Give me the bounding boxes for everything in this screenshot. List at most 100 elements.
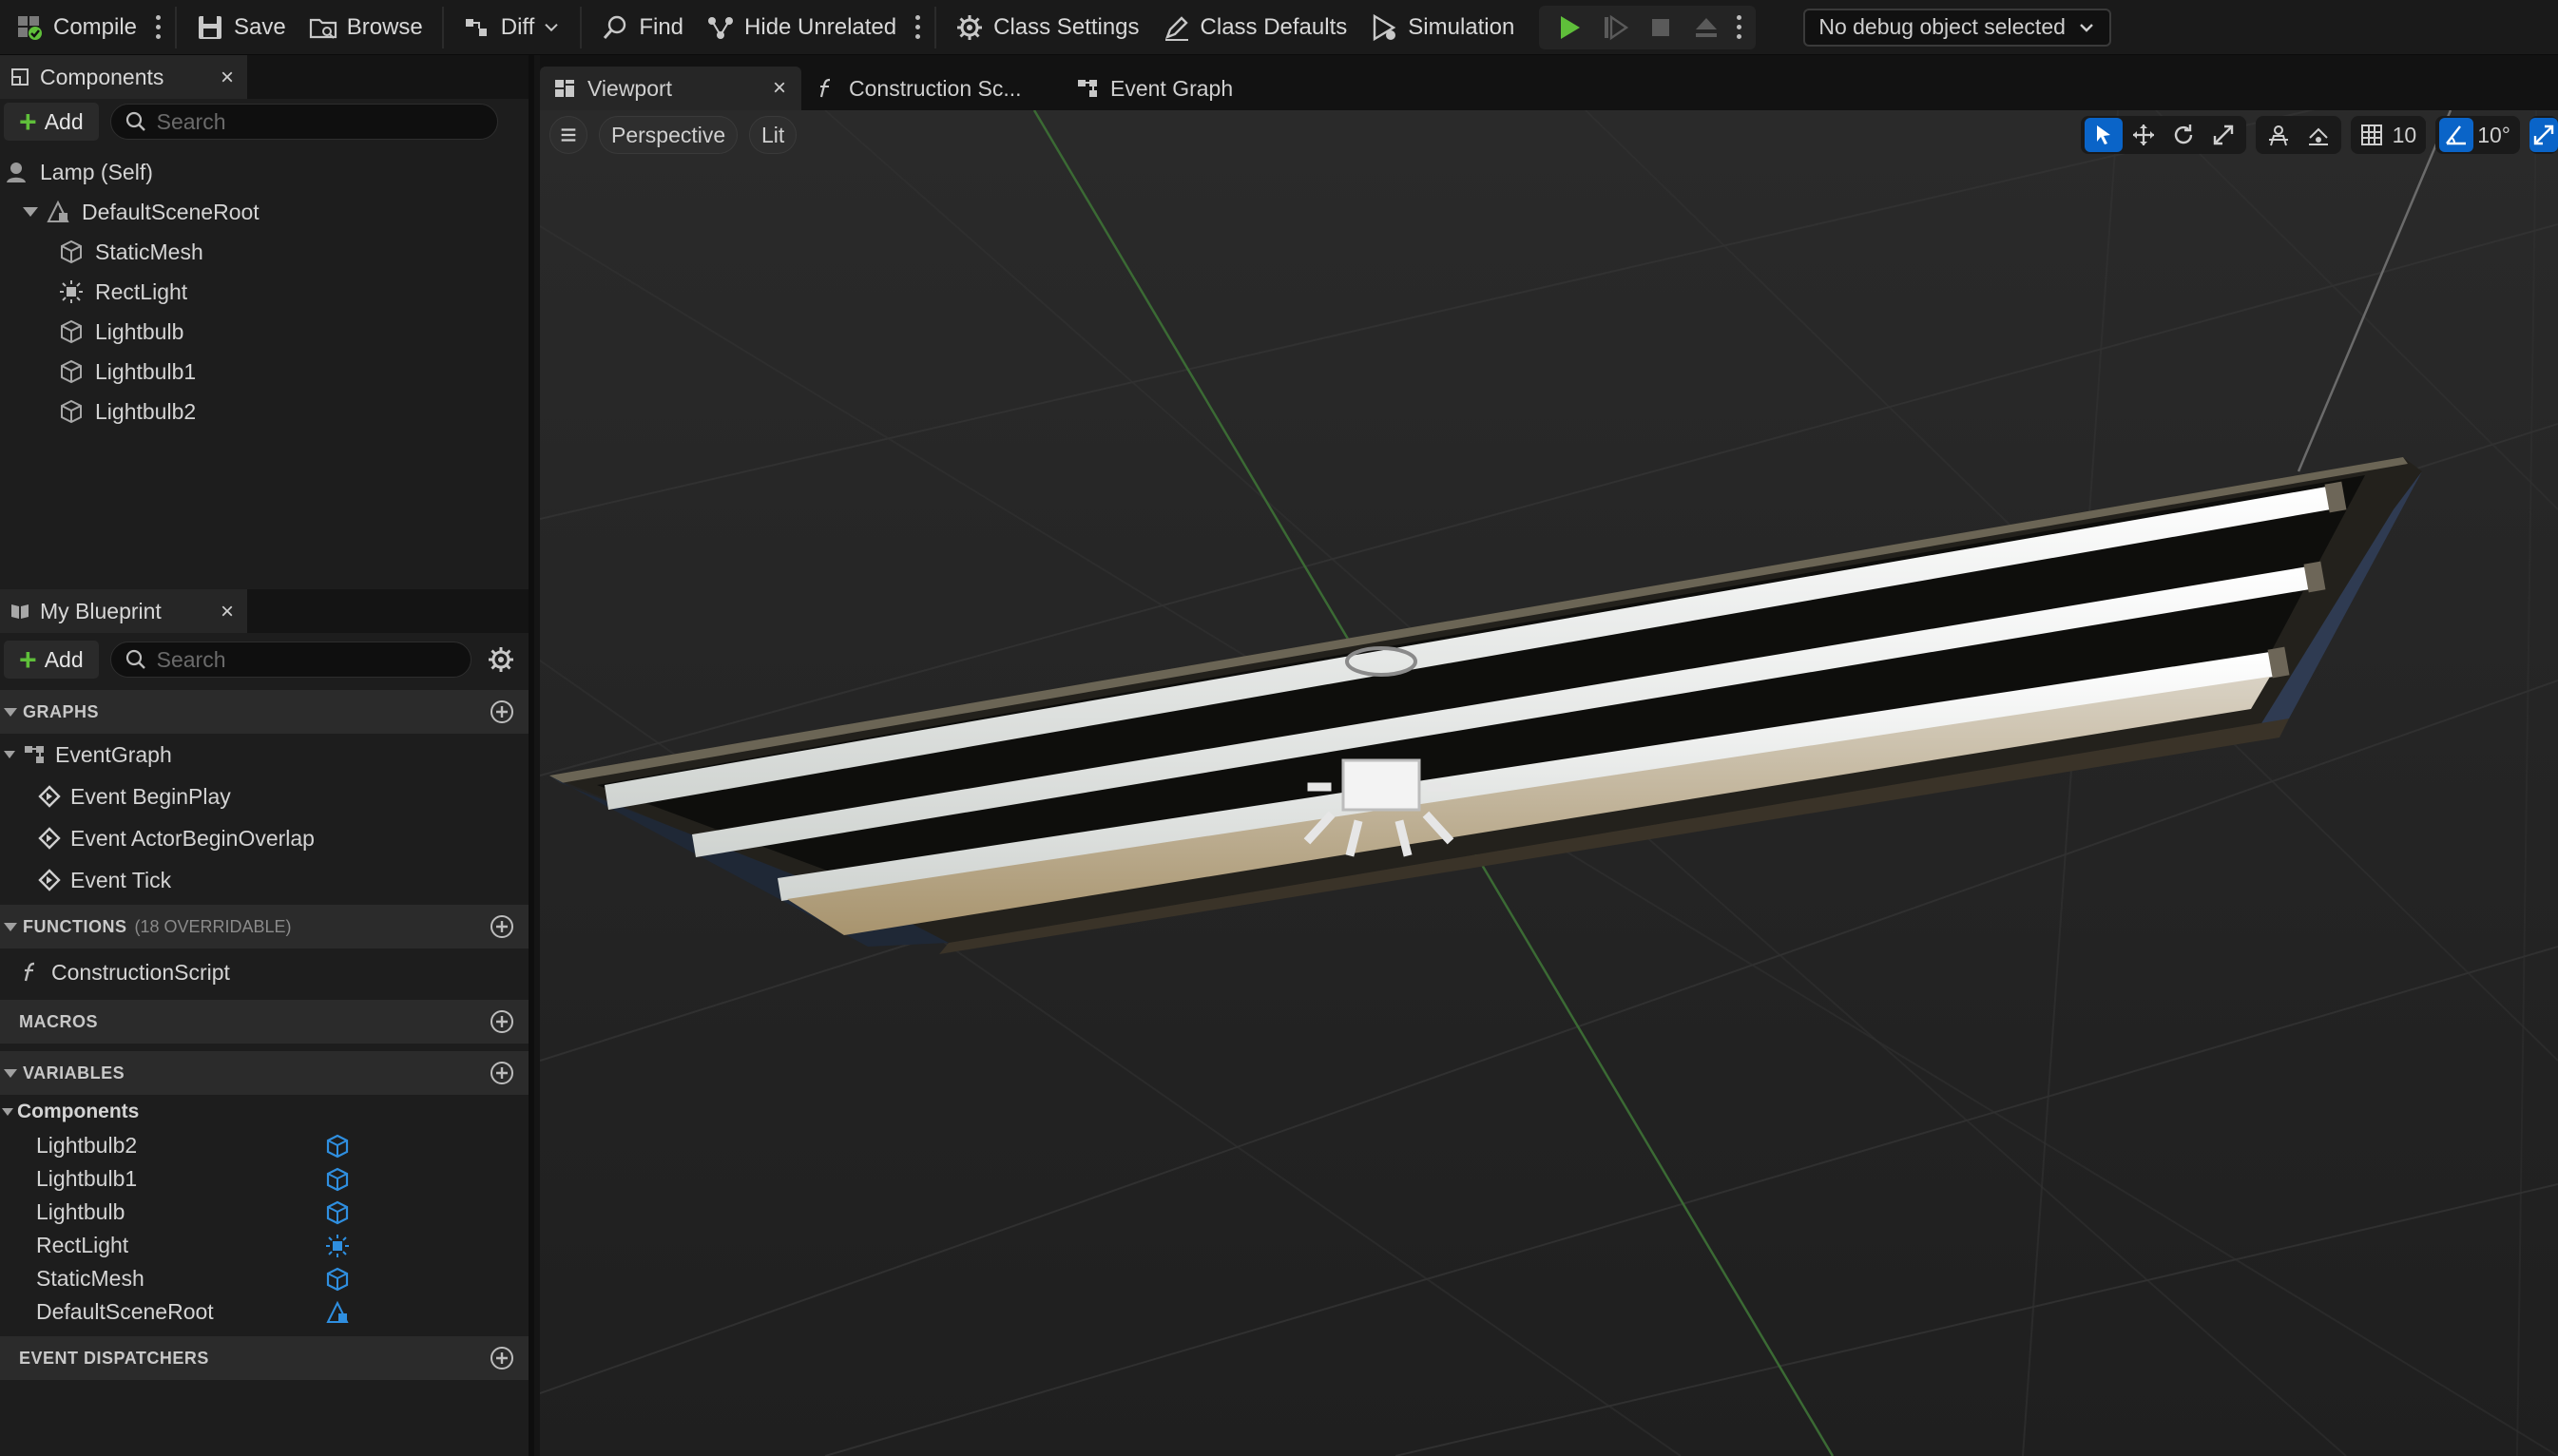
simulation-label: Simulation: [1408, 13, 1515, 40]
hide-unrelated-button[interactable]: Hide Unrelated: [695, 6, 908, 49]
world-local-toggle[interactable]: [2260, 118, 2298, 152]
class-defaults-button[interactable]: Class Defaults: [1151, 6, 1359, 49]
variable-category[interactable]: Components: [0, 1095, 529, 1129]
tab-event-graph[interactable]: Event Graph: [1063, 67, 1246, 110]
components-search: [109, 104, 498, 140]
my-blueprint-title: My Blueprint: [40, 598, 162, 623]
graphs-section-header[interactable]: GRAPHS: [0, 690, 529, 734]
grid-snap-group[interactable]: 10: [2350, 116, 2427, 154]
components-search-input[interactable]: [156, 108, 484, 135]
expand-caret-icon[interactable]: [23, 207, 38, 217]
tree-item-staticmesh[interactable]: StaticMesh: [0, 232, 529, 272]
translate-mode-button[interactable]: [2125, 118, 2163, 152]
variable-label: StaticMesh: [36, 1266, 144, 1291]
event-item[interactable]: Event ActorBeginOverlap: [0, 817, 529, 859]
tree-item-label: Lamp (Self): [40, 159, 153, 184]
add-circle-icon[interactable]: [489, 1060, 515, 1086]
rotate-mode-button[interactable]: [2164, 118, 2202, 152]
collapse-caret-icon: [2, 1108, 13, 1116]
hide-unrelated-icon: [708, 16, 734, 39]
event-item[interactable]: Event BeginPlay: [0, 776, 529, 817]
tab-my-blueprint[interactable]: My Blueprint ×: [0, 589, 247, 633]
compile-options-button[interactable]: [148, 9, 167, 47]
play-options-button[interactable]: [1729, 9, 1748, 47]
variable-item[interactable]: RectLight: [0, 1229, 529, 1262]
tab-viewport[interactable]: Viewport ×: [540, 67, 801, 110]
rotation-snap-toggle[interactable]: [2439, 118, 2474, 152]
class-defaults-label: Class Defaults: [1200, 13, 1348, 40]
blueprint-book-icon: [11, 604, 29, 619]
components-tree: Lamp (Self) DefaultSceneRoot StaticMesh …: [0, 144, 529, 431]
search-icon: [125, 111, 145, 131]
advance-frame-button[interactable]: [1592, 6, 1638, 49]
macros-section-header[interactable]: MACROS: [0, 1000, 529, 1044]
actor-icon: [7, 163, 26, 182]
select-mode-button[interactable]: [2084, 118, 2123, 152]
event-item[interactable]: Event Tick: [0, 859, 529, 901]
scale-mode-button[interactable]: [2204, 118, 2242, 152]
components-icon: [11, 68, 29, 86]
surface-snap-toggle[interactable]: [2299, 118, 2337, 152]
grid-snap-toggle[interactable]: [2355, 118, 2389, 152]
gear-icon: [957, 14, 983, 40]
debug-object-dropdown[interactable]: No debug object selected: [1803, 8, 2111, 47]
add-label: Add: [44, 646, 84, 672]
add-circle-icon[interactable]: [489, 1008, 515, 1035]
tab-components[interactable]: Components ×: [0, 55, 247, 99]
tree-item-rectlight[interactable]: RectLight: [0, 272, 529, 312]
add-circle-icon[interactable]: [489, 913, 515, 940]
tree-item-scene-root[interactable]: DefaultSceneRoot: [0, 192, 529, 232]
tab-viewport-label: Viewport: [587, 75, 673, 101]
view-mode-dropdown[interactable]: Lit: [749, 116, 798, 154]
simulation-button[interactable]: Simulation: [1358, 6, 1526, 49]
variable-item[interactable]: Lightbulb1: [0, 1162, 529, 1196]
variable-item[interactable]: StaticMesh: [0, 1262, 529, 1295]
event-graph-icon: [1078, 80, 1097, 97]
eject-button[interactable]: [1683, 6, 1729, 49]
rotation-snap-group[interactable]: 10°: [2435, 116, 2520, 154]
tree-item-lightbulb[interactable]: Lightbulb: [0, 312, 529, 352]
add-member-button[interactable]: + Add: [4, 641, 99, 679]
tree-item-lightbulb2[interactable]: Lightbulb2: [0, 392, 529, 431]
compile-button[interactable]: Compile: [4, 6, 148, 49]
tab-construction-script[interactable]: Construction Sc...: [801, 67, 1063, 110]
add-circle-icon[interactable]: [489, 699, 515, 725]
close-icon[interactable]: ×: [773, 75, 786, 102]
event-graph-item[interactable]: EventGraph: [0, 734, 529, 776]
variable-category-label: Components: [17, 1101, 140, 1122]
hide-unrelated-options-button[interactable]: [908, 9, 927, 47]
grid-icon: [2360, 125, 2382, 145]
functions-section-header[interactable]: FUNCTIONS (18 OVERRIDABLE): [0, 905, 529, 948]
maximize-viewport-button[interactable]: [2529, 118, 2558, 152]
variable-item[interactable]: Lightbulb: [0, 1196, 529, 1229]
transform-mode-group: [2080, 116, 2246, 154]
play-button[interactable]: [1547, 6, 1592, 49]
search-icon: [125, 649, 145, 669]
expand-icon: [2533, 125, 2554, 145]
stop-button[interactable]: [1638, 6, 1683, 49]
close-icon[interactable]: ×: [221, 65, 234, 91]
variable-label: Lightbulb2: [36, 1133, 138, 1158]
save-button[interactable]: Save: [184, 6, 298, 49]
variable-item[interactable]: DefaultSceneRoot: [0, 1295, 529, 1329]
add-component-button[interactable]: + Add: [4, 103, 99, 141]
class-settings-button[interactable]: Class Settings: [944, 6, 1150, 49]
viewport-options-button[interactable]: [549, 116, 587, 154]
function-item[interactable]: ConstructionScript: [0, 948, 529, 996]
find-button[interactable]: Find: [589, 6, 695, 49]
viewport[interactable]: Perspective Lit 10 10°: [540, 110, 2558, 1456]
close-icon[interactable]: ×: [221, 599, 234, 625]
browse-button[interactable]: Browse: [298, 6, 434, 49]
add-circle-icon[interactable]: [489, 1345, 515, 1371]
my-blueprint-search-input[interactable]: [156, 646, 457, 673]
compile-label: Compile: [53, 13, 138, 40]
expand-caret-icon[interactable]: [4, 751, 15, 758]
diff-button[interactable]: Diff: [452, 6, 573, 49]
variables-section-header[interactable]: VARIABLES: [0, 1051, 529, 1095]
event-dispatchers-section-header[interactable]: EVENT DISPATCHERS: [0, 1336, 529, 1380]
gear-icon[interactable]: [487, 645, 515, 674]
tree-item-self[interactable]: Lamp (Self): [0, 152, 529, 192]
variable-item[interactable]: Lightbulb2: [0, 1129, 529, 1162]
tree-item-lightbulb1[interactable]: Lightbulb1: [0, 352, 529, 392]
perspective-dropdown[interactable]: Perspective: [599, 116, 739, 154]
